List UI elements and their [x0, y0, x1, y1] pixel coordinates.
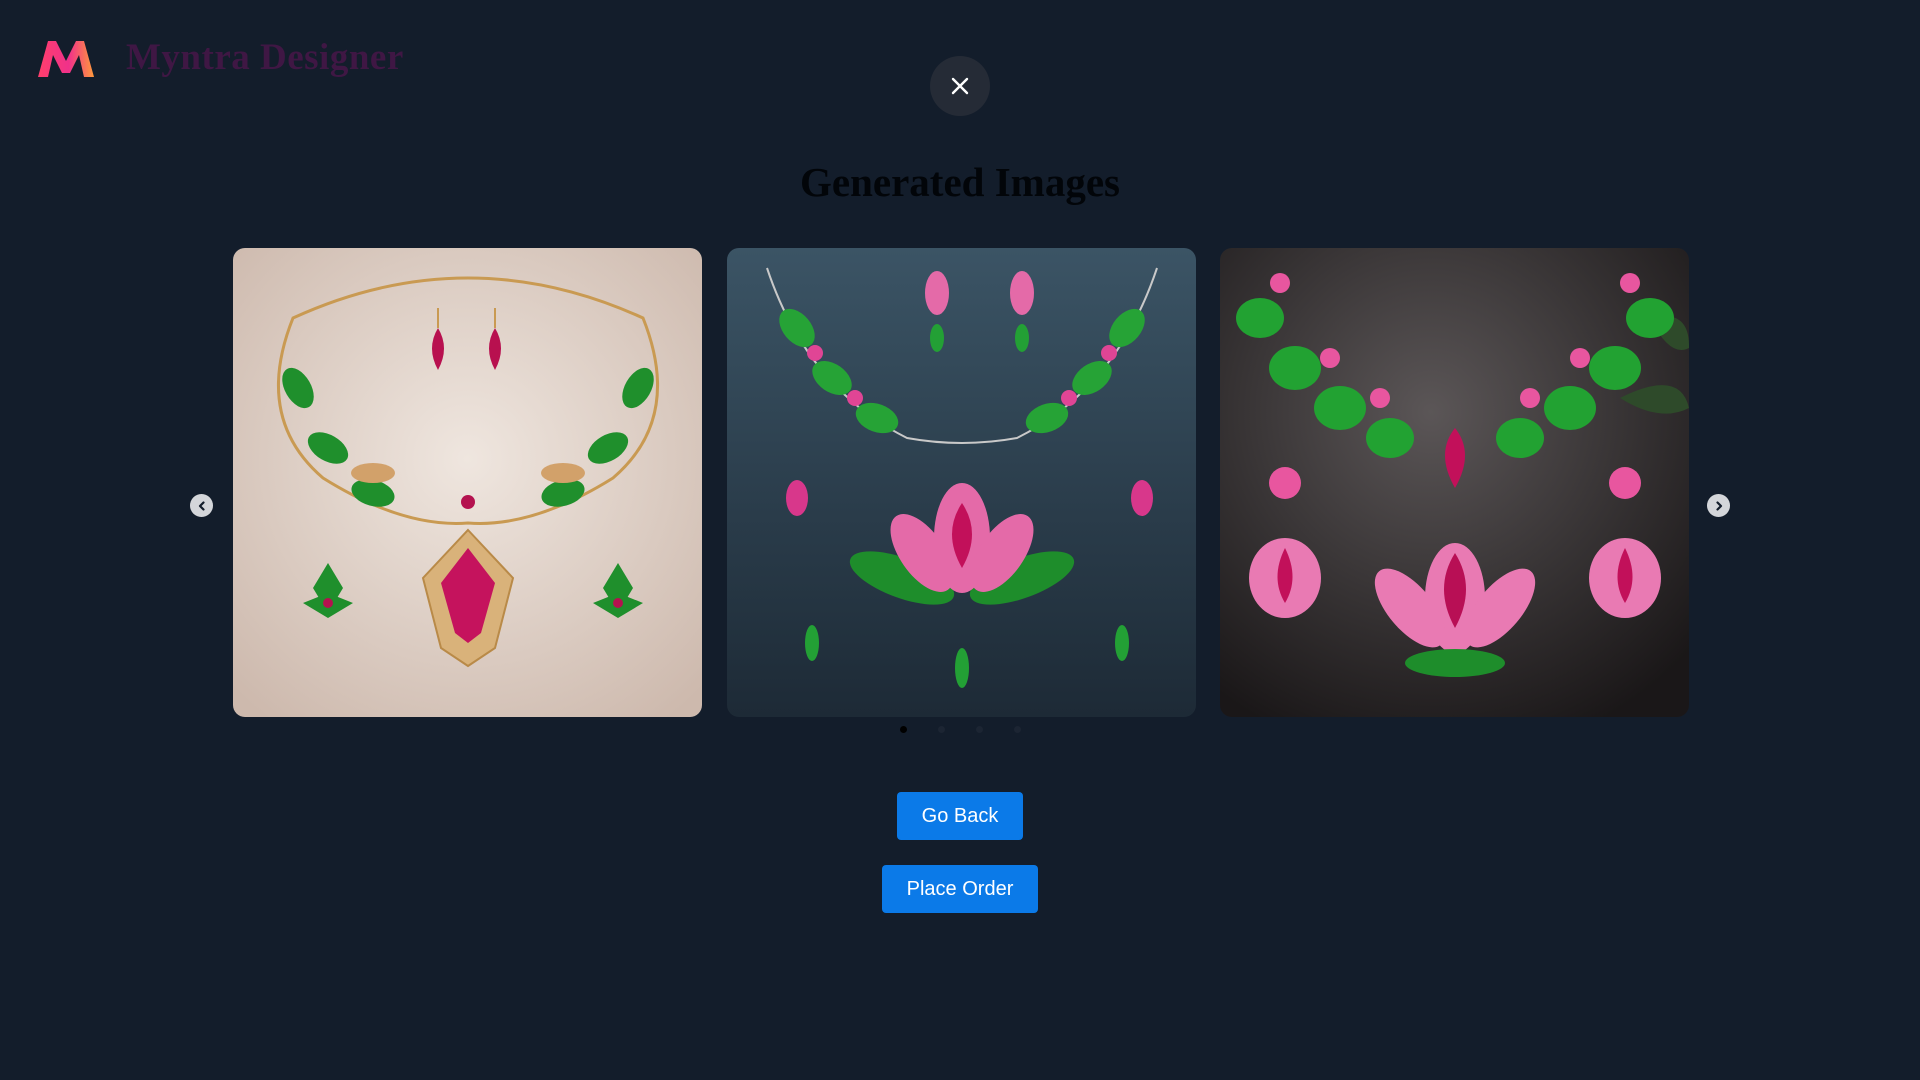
brand-name: Myntra Designer [126, 37, 404, 78]
brand[interactable]: Myntra Designer [36, 36, 404, 79]
carousel-dot-1[interactable] [900, 726, 907, 733]
generated-image-2[interactable] [727, 248, 1196, 717]
carousel-prev-button[interactable] [190, 494, 213, 517]
place-order-button[interactable]: Place Order [882, 865, 1038, 913]
go-back-button[interactable]: Go Back [897, 792, 1023, 840]
generated-image-1[interactable] [233, 248, 702, 717]
generated-images-page: Myntra Designer Generated Images Go Back… [0, 0, 1920, 1080]
carousel-next-button[interactable] [1707, 494, 1730, 517]
jewelry-image-2 [727, 248, 1196, 717]
jewelry-image-3 [1220, 248, 1689, 717]
carousel-dot-4[interactable] [1014, 726, 1021, 733]
chevron-left-icon [198, 500, 205, 511]
generated-image-3[interactable] [1220, 248, 1689, 717]
carousel-dot-3[interactable] [976, 726, 983, 733]
close-icon [951, 77, 969, 95]
jewelry-image-1 [233, 248, 702, 717]
chevron-right-icon [1715, 500, 1722, 511]
page-title: Generated Images [800, 159, 1120, 205]
close-button[interactable] [930, 56, 990, 116]
carousel-dots [900, 726, 1021, 733]
carousel-dot-2[interactable] [938, 726, 945, 733]
myntra-logo-icon [38, 40, 94, 77]
